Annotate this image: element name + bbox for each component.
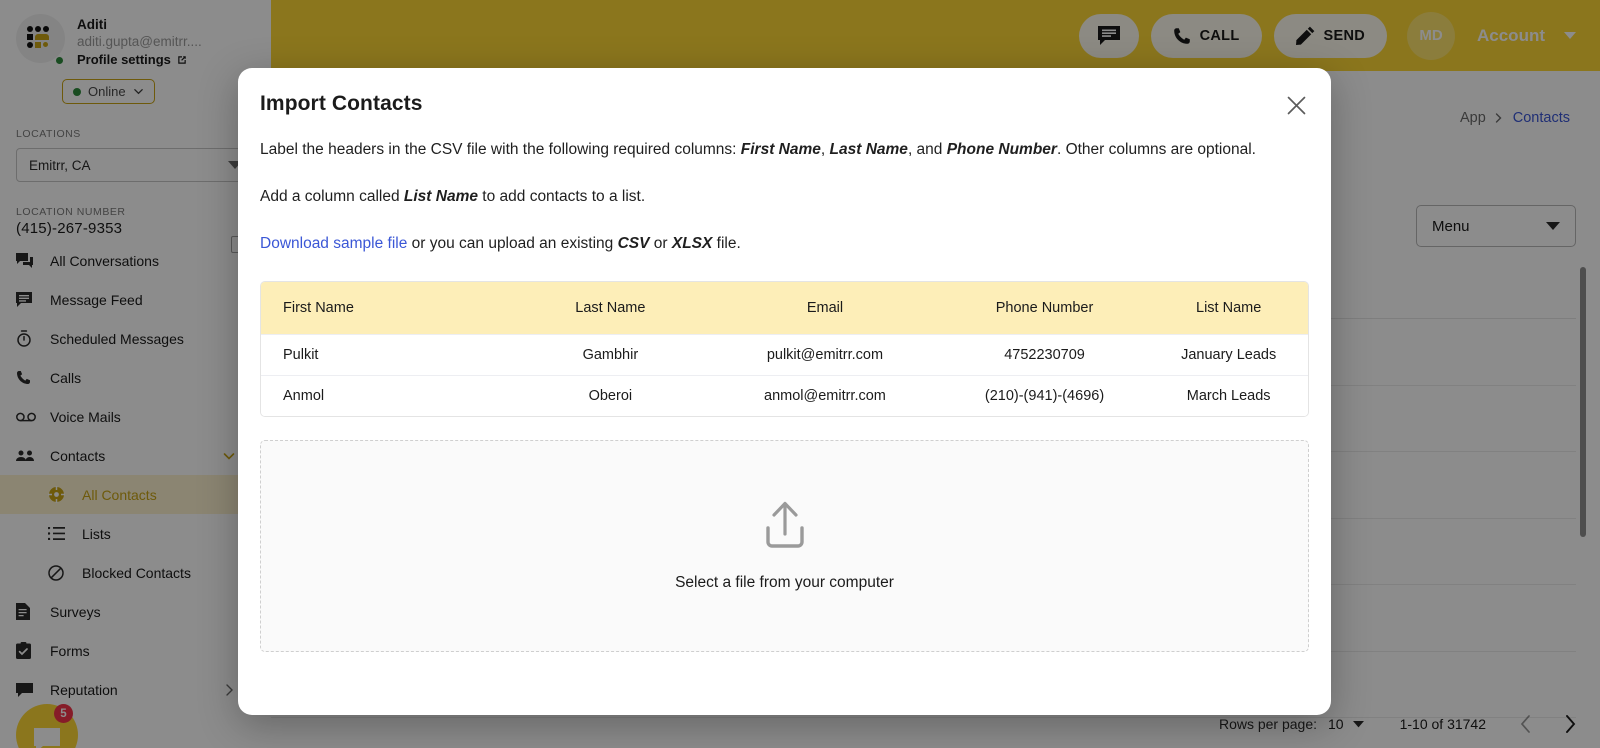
app-root: Aditi aditi.gupta@emitrr.... Profile set…: [0, 0, 1600, 748]
import-contacts-modal: Import Contacts Label the headers in the…: [238, 68, 1331, 715]
sample-table-header-row: First Name Last Name Email Phone Number …: [261, 282, 1308, 334]
para1-d: . Other columns are optional.: [1056, 141, 1256, 158]
para1-b: ,: [820, 141, 830, 158]
sample-column-header-email: Email: [806, 300, 844, 316]
close-icon: [1287, 96, 1305, 114]
para1-em-phone-number: Phone Number: [946, 141, 1057, 158]
modal-paragraph-download: Download sample file or you can upload a…: [260, 231, 1303, 257]
sample-column-header-phone-number: Phone Number: [995, 300, 1094, 316]
para1-a: Label the headers in the CSV file with t…: [260, 141, 741, 158]
sample-column-header-first-name: First Name: [283, 300, 354, 316]
download-sample-file-link[interactable]: Download sample file: [260, 235, 407, 252]
sample-cell-email: anmol@emitrr.com: [764, 388, 886, 404]
sample-cell-list: January Leads: [1181, 347, 1277, 363]
para2-b: to add contacts to a list.: [477, 188, 646, 205]
modal-body: Import Contacts Label the headers in the…: [238, 68, 1331, 652]
para3-b: or: [649, 235, 672, 252]
sample-cell-phone: 4752230709: [1004, 347, 1085, 363]
sample-cell-last-name: Gambhir: [582, 347, 639, 363]
sample-csv-table: First Name Last Name Email Phone Number …: [260, 281, 1309, 417]
modal-title: Import Contacts: [260, 92, 423, 115]
para3-em-csv: CSV: [617, 235, 650, 252]
dropzone-label: Select a file from your computer: [675, 574, 894, 591]
sample-cell-phone: (210)-(941)-(4696): [984, 388, 1105, 404]
modal-paragraph-list-name: Add a column called List Name to add con…: [260, 184, 1303, 210]
sample-table-row: Anmol Oberoi anmol@emitrr.com (210)-(941…: [261, 375, 1308, 416]
para2-a: Add a column called: [260, 188, 404, 205]
modal-paragraph-required-columns: Label the headers in the CSV file with t…: [260, 137, 1303, 163]
close-modal-button[interactable]: [1283, 92, 1309, 118]
sample-column-header-list-name: List Name: [1196, 300, 1262, 316]
para3-c: file.: [712, 235, 741, 252]
sample-cell-last-name: Oberoi: [588, 388, 633, 404]
sample-cell-first-name: Anmol: [283, 388, 325, 404]
upload-icon: [765, 501, 804, 548]
file-dropzone[interactable]: Select a file from your computer: [260, 440, 1309, 652]
sample-cell-first-name: Pulkit: [283, 347, 319, 363]
para2-em-list-name: List Name: [403, 188, 478, 205]
para1-em-last-name: Last Name: [829, 141, 908, 158]
sample-column-header-last-name: Last Name: [575, 300, 646, 316]
sample-cell-list: March Leads: [1186, 388, 1271, 404]
para1-c: , and: [907, 141, 947, 158]
sample-cell-email: pulkit@emitrr.com: [766, 347, 884, 363]
sample-table-row: Pulkit Gambhir pulkit@emitrr.com 4752230…: [261, 334, 1308, 375]
para3-a: or you can upload an existing: [407, 235, 618, 252]
para1-em-first-name: First Name: [740, 141, 821, 158]
para3-em-xlsx: XLSX: [671, 235, 713, 252]
